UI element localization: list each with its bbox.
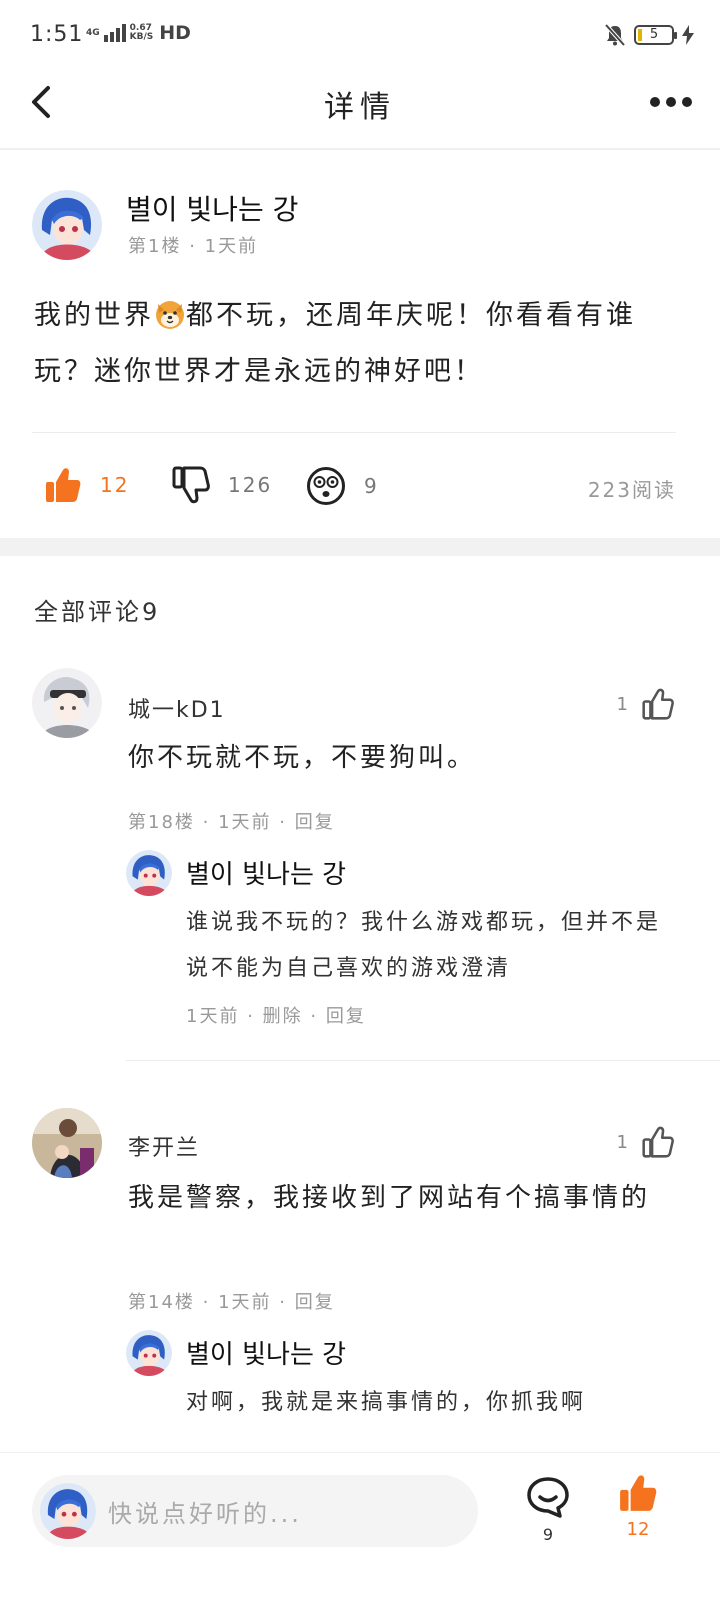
reply-text: 对啊，我就是来搞事情的，你抓我啊 [186,1390,587,1415]
commenter-name[interactable]: 李开兰 [128,1130,200,1162]
comment-input[interactable]: 快说点好听的... [32,1475,478,1547]
comments-button[interactable]: 9 [526,1475,570,1544]
read-count: 223阅读 [587,478,676,502]
comment-like-count: 1 [616,1131,628,1153]
comment-count: 9 [542,1525,554,1544]
more-options-button[interactable] [650,92,694,112]
network-speed-unit: KB/S [129,32,154,42]
reply-meta: 1天前 · 删除 · 回复 [186,1006,366,1027]
user-avatar [40,1483,96,1539]
like-count: 12 [100,473,130,497]
dislike-button[interactable]: 126 [172,466,272,504]
bottom-bar: 快说点好听的... 9 12 [0,1452,720,1600]
network-speed: 0.67 KB/S [130,24,154,42]
battery-level: 5 [649,27,659,42]
bottom-like-count: 12 [626,1519,650,1540]
comment-like-button[interactable]: 1 [617,1126,674,1158]
status-time: 1:51 [30,22,84,47]
reply-author-avatar[interactable] [126,850,172,896]
comment-like-button[interactable]: 1 [617,688,674,720]
comments-title: 全部评论9 [34,598,161,626]
post-meta: 第1楼 · 1天前 [128,236,259,257]
comment-time: 1天前 [218,812,272,833]
status-right: 5 [604,23,694,47]
divider [32,432,676,433]
network-type: 4G [86,28,100,38]
post-actions: 12 126 9 223阅读 [0,460,720,516]
reply-button[interactable]: 回复 [295,1292,335,1313]
dog-emoji-icon [156,301,184,329]
reply-author-name[interactable]: 별이 빛나는 강 [186,1334,346,1371]
divider [126,1060,720,1061]
comment-bubble-icon [527,1477,569,1518]
reply-button[interactable]: 回复 [295,812,335,833]
thumbs-down-icon [172,466,210,504]
charging-icon [682,25,694,45]
page-title: 详情 [324,90,396,125]
comment-text: 我是警察，我接收到了网站有个搞事情的 [128,1183,651,1213]
delete-button[interactable]: 删除 [263,1006,303,1027]
like-button[interactable]: 12 [44,466,129,504]
more-icon [650,97,660,107]
network-type-icon: 4G [86,28,100,38]
comment-text: 你不玩就不玩，不要狗叫。 [128,743,477,773]
top-navigation-bar: 详情 [0,70,720,150]
signal-icon [103,24,126,42]
comment-floor: 第14楼 [128,1292,195,1313]
reply-time: 1天前 [186,1006,240,1027]
reply-author-name[interactable]: 별이 빛나는 강 [186,854,346,891]
reply-text: 谁说我不玩的？我什么游戏都玩，但并不是说不能为自己喜欢的游戏澄清 [186,910,662,981]
comment-like-count: 1 [616,693,628,715]
commenter-name[interactable]: 城一kD1 [128,692,226,724]
post-floor: 第1楼 [128,236,182,257]
bell-off-icon [604,23,626,47]
author-avatar[interactable] [32,190,102,260]
thumbs-up-icon [620,1475,657,1511]
dizzy-face-icon [307,467,345,505]
reaction-button[interactable]: 9 [306,466,379,506]
post-author-name[interactable]: 별이 빛나는 강 [126,188,298,228]
thumbs-up-outline-icon [642,1126,674,1158]
post-content: 我的世界 都不玩，还周年庆呢！你看看有谁玩？迷你世界才是永远的神好吧！ [34,288,684,400]
reply-reply-button[interactable]: 回复 [326,1006,366,1027]
bottom-like-button[interactable]: 12 [616,1473,660,1540]
post-text-part1: 我的世界 [34,300,154,331]
comment-floor: 第18楼 [128,812,195,833]
post-card: 별이 빛나는 강 第1楼 · 1天前 我的世界 都不玩，还周年庆呢！你看看有谁玩… [0,150,720,538]
dislike-count: 126 [228,473,273,497]
battery-icon: 5 [634,25,677,45]
post-time: 1天前 [204,236,259,257]
reaction-count: 9 [364,474,379,498]
section-divider [0,538,720,556]
status-bar: 1:51 4G 0.67 KB/S HD 5 [0,0,720,70]
reply-author-avatar[interactable] [126,1330,172,1376]
thumbs-up-outline-icon [642,688,674,720]
network-indicator: 4G 0.67 KB/S HD [86,22,191,44]
thumbs-up-icon [46,468,81,502]
commenter-avatar[interactable] [32,1108,102,1178]
hd-indicator: HD [159,22,191,44]
comment-input-placeholder: 快说点好听的... [108,1500,302,1528]
comment-meta: 第18楼 · 1天前 · 回复 [128,812,335,833]
commenter-avatar[interactable] [32,668,102,738]
comment-meta: 第14楼 · 1天前 · 回复 [128,1292,335,1313]
comment-time: 1天前 [218,1292,272,1313]
